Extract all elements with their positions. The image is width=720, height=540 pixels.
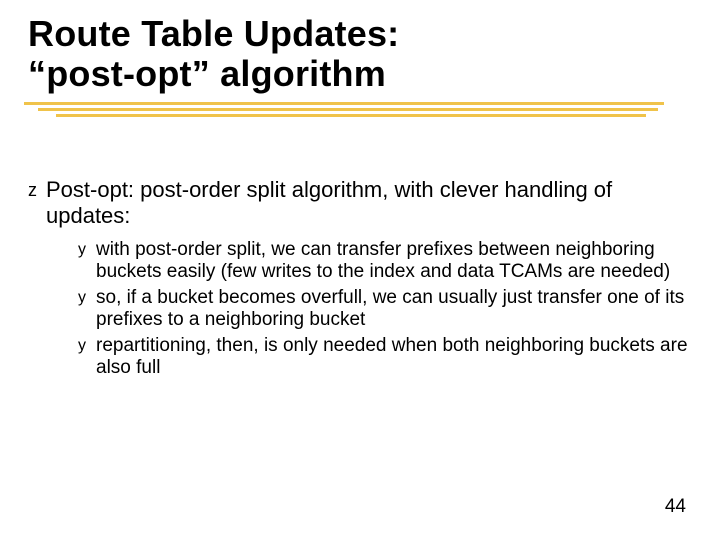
- page-number: 44: [665, 496, 686, 518]
- slide: Route Table Updates: “post-opt” algorith…: [0, 0, 720, 540]
- list-item: z Post-opt: post-order split algorithm, …: [28, 177, 692, 229]
- bullet-icon: y: [78, 287, 96, 309]
- slide-title-line1: Route Table Updates:: [28, 14, 692, 54]
- list-item-text: Post-opt: post-order split algorithm, wi…: [46, 177, 692, 229]
- list-item-text: so, if a bucket becomes overfull, we can…: [96, 287, 692, 331]
- title-block: Route Table Updates: “post-opt” algorith…: [28, 14, 692, 95]
- underline-stroke: [38, 108, 658, 111]
- slide-title-line2: “post-opt” algorithm: [28, 54, 692, 94]
- sublist: y with post-order split, we can transfer…: [78, 239, 692, 379]
- underline-stroke: [24, 102, 664, 105]
- body-text: z Post-opt: post-order split algorithm, …: [28, 177, 692, 379]
- title-underline: [24, 102, 664, 120]
- list-item: y so, if a bucket becomes overfull, we c…: [78, 287, 692, 331]
- bullet-icon: z: [28, 177, 46, 203]
- list-item: y with post-order split, we can transfer…: [78, 239, 692, 283]
- list-item-text: with post-order split, we can transfer p…: [96, 239, 692, 283]
- list-item: y repartitioning, then, is only needed w…: [78, 335, 692, 379]
- bullet-icon: y: [78, 239, 96, 261]
- list-item-text: repartitioning, then, is only needed whe…: [96, 335, 692, 379]
- underline-stroke: [56, 114, 646, 117]
- bullet-icon: y: [78, 335, 96, 357]
